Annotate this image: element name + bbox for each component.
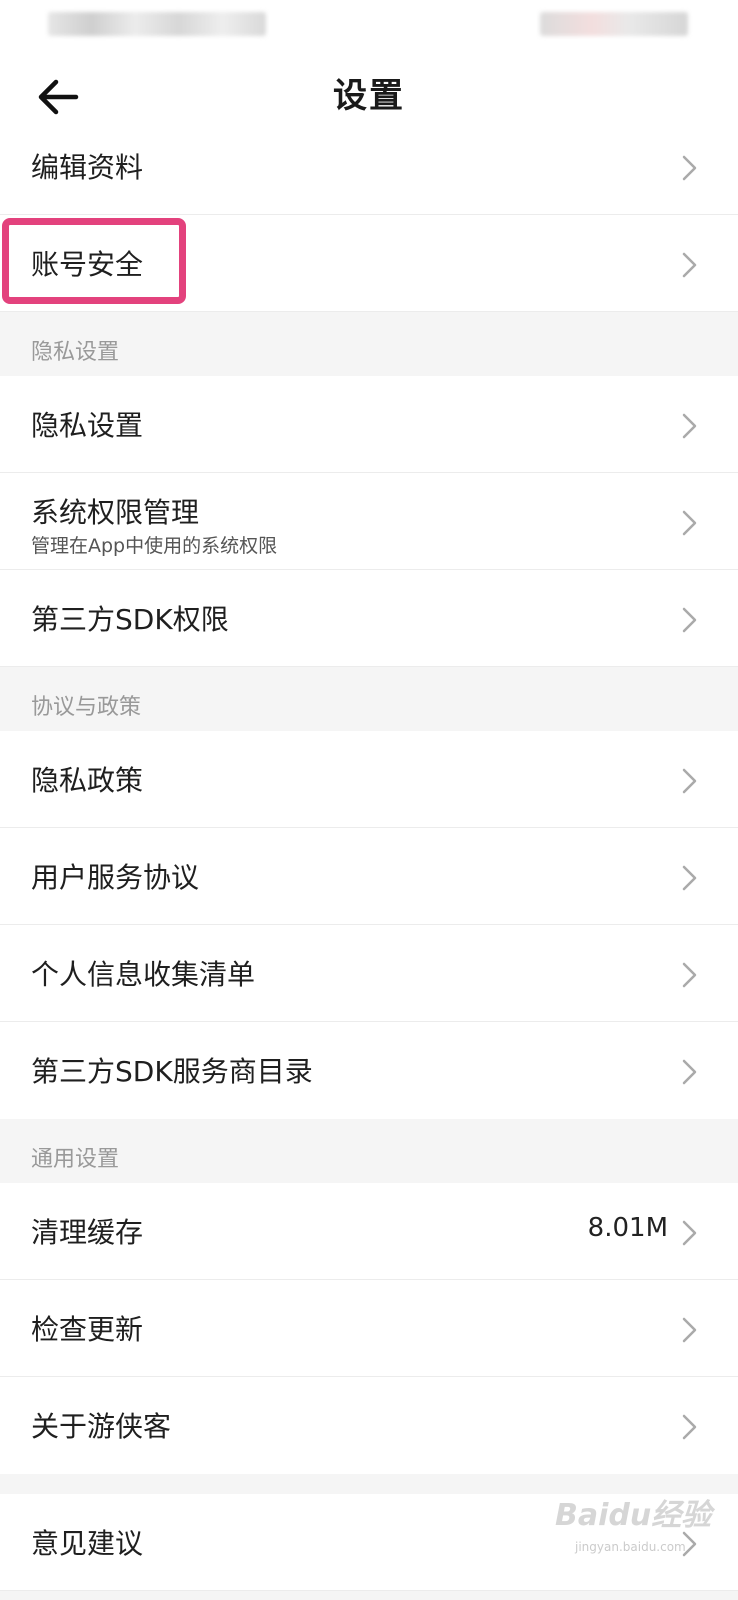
row-sublabel: 管理在App中使用的系统权限 [31,535,278,557]
status-bar-left-blurred [48,12,266,36]
row-label: 清理缓存 [31,1216,144,1249]
row-label: 账号安全 [31,248,144,281]
settings-row-about[interactable]: 关于游侠客 [0,1377,738,1474]
row-label: 系统权限管理 [31,496,200,529]
settings-row-third-party-sdk-permissions[interactable]: 第三方SDK权限 [0,570,738,667]
chevron-right-icon [682,252,697,278]
row-label: 意见建议 [31,1527,144,1560]
row-label: 第三方SDK权限 [31,603,229,636]
row-label: 隐私设置 [31,409,144,442]
status-bar-right-blurred [540,12,688,36]
row-label: 第三方SDK服务商目录 [31,1055,313,1088]
settings-row-account-security[interactable]: 账号安全 [0,215,738,312]
section-header-label: 通用设置 [31,1147,120,1172]
chevron-right-icon [682,1414,697,1440]
row-label: 个人信息收集清单 [31,958,256,991]
chevron-right-icon [682,1317,697,1343]
section-header-general: 通用设置 [0,1119,738,1183]
settings-row-privacy-settings[interactable]: 隐私设置 [0,376,738,473]
settings-row-edit-profile[interactable]: 编辑资料 [0,118,738,215]
settings-list: 编辑资料 账号安全 隐私设置 隐私设置 系统权限管理 管理在App中使用的系统权… [0,118,738,1591]
row-label: 检查更新 [31,1313,144,1346]
watermark-url: jingyan.baidu.com [575,1540,686,1554]
watermark-brand: Baidu经验 [555,1498,712,1533]
settings-row-check-update[interactable]: 检查更新 [0,1280,738,1377]
row-label: 隐私政策 [31,764,144,797]
section-header-agreements: 协议与政策 [0,667,738,731]
settings-row-user-agreement[interactable]: 用户服务协议 [0,828,738,925]
settings-row-sdk-provider-directory[interactable]: 第三方SDK服务商目录 [0,1022,738,1119]
chevron-right-icon [682,510,697,536]
settings-row-system-permissions[interactable]: 系统权限管理 管理在App中使用的系统权限 [0,473,738,570]
section-header-label: 隐私设置 [31,340,120,365]
chevron-right-icon [682,607,697,633]
chevron-right-icon [682,413,697,439]
section-header-label: 协议与政策 [31,695,142,720]
chevron-right-icon [682,768,697,794]
settings-row-privacy-policy[interactable]: 隐私政策 [0,731,738,828]
chevron-right-icon [682,155,697,181]
page-title: 设置 [333,76,405,116]
section-header-privacy: 隐私设置 [0,312,738,376]
chevron-right-icon [682,865,697,891]
row-label: 用户服务协议 [31,861,200,894]
row-label: 关于游侠客 [31,1410,172,1443]
cache-size-value: 8.01M [587,1213,668,1243]
row-label: 编辑资料 [31,151,144,184]
chevron-right-icon [682,1220,697,1246]
chevron-right-icon [682,1059,697,1085]
settings-row-clear-cache[interactable]: 清理缓存 8.01M [0,1183,738,1280]
chevron-right-icon [682,962,697,988]
status-bar [0,0,738,48]
settings-row-personal-info-list[interactable]: 个人信息收集清单 [0,925,738,1022]
